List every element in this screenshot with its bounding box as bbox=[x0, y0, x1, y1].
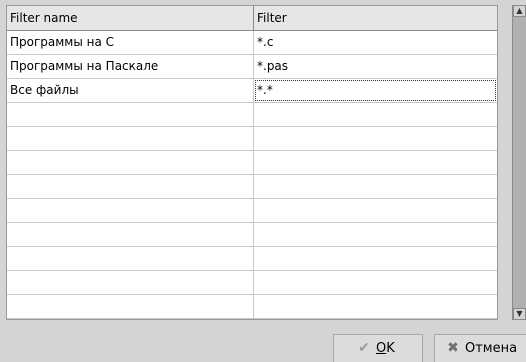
filter-name-cell[interactable]: Программы на Паскале bbox=[7, 55, 254, 78]
filter-name-cell[interactable] bbox=[7, 127, 254, 150]
table-row[interactable] bbox=[7, 271, 497, 295]
filter-pattern-cell[interactable] bbox=[254, 271, 497, 294]
filter-pattern-cell[interactable] bbox=[254, 223, 497, 246]
filter-pattern-cell[interactable]: *.c bbox=[254, 31, 497, 54]
table-row[interactable] bbox=[7, 247, 497, 271]
table-row[interactable] bbox=[7, 295, 497, 319]
checkmark-icon: ✔ bbox=[358, 340, 370, 356]
table-row[interactable] bbox=[7, 103, 497, 127]
filter-pattern-cell[interactable] bbox=[254, 295, 497, 318]
filter-pattern-cell[interactable] bbox=[254, 103, 497, 126]
table-row[interactable]: Программы на C *.c bbox=[7, 31, 497, 55]
table-row[interactable]: Программы на Паскале *.pas bbox=[7, 55, 497, 79]
filter-pattern-cell[interactable] bbox=[254, 175, 497, 198]
filter-table: Filter name Filter Программы на C *.c Прог… bbox=[6, 5, 498, 320]
filter-name-cell[interactable]: Все файлы bbox=[7, 79, 254, 102]
filter-pattern-cell[interactable] bbox=[254, 199, 497, 222]
column-header-filter-name[interactable]: Filter name bbox=[7, 6, 254, 30]
filter-name-cell[interactable] bbox=[7, 151, 254, 174]
filter-pattern-cell[interactable]: *.* bbox=[254, 79, 497, 102]
table-row[interactable] bbox=[7, 199, 497, 223]
filter-name-cell[interactable] bbox=[7, 103, 254, 126]
filter-name-cell[interactable]: Программы на C bbox=[7, 31, 254, 54]
filter-name-cell[interactable] bbox=[7, 223, 254, 246]
cancel-button[interactable]: ✖ Отмена bbox=[434, 334, 526, 362]
ok-button[interactable]: ✔ OK bbox=[333, 334, 423, 362]
table-row[interactable] bbox=[7, 127, 497, 151]
close-icon: ✖ bbox=[447, 340, 459, 356]
vertical-scrollbar[interactable]: ▲ ▼ bbox=[512, 5, 526, 320]
cancel-label: Отмена bbox=[465, 341, 518, 356]
table-header: Filter name Filter bbox=[7, 6, 497, 31]
table-row[interactable]: Все файлы *.* bbox=[7, 79, 497, 103]
table-row[interactable] bbox=[7, 151, 497, 175]
filter-name-cell[interactable] bbox=[7, 271, 254, 294]
filter-name-cell[interactable] bbox=[7, 175, 254, 198]
column-header-filter[interactable]: Filter bbox=[254, 6, 497, 30]
filter-pattern-cell[interactable] bbox=[254, 151, 497, 174]
filter-pattern-cell[interactable]: *.pas bbox=[254, 55, 497, 78]
filter-pattern-cell[interactable] bbox=[254, 127, 497, 150]
filter-name-cell[interactable] bbox=[7, 199, 254, 222]
table-right-divider bbox=[497, 6, 498, 319]
filter-name-cell[interactable] bbox=[7, 247, 254, 270]
ok-label: OK bbox=[376, 341, 395, 356]
scroll-down-arrow-icon[interactable]: ▼ bbox=[513, 308, 526, 320]
table-row[interactable] bbox=[7, 175, 497, 199]
filter-name-cell[interactable] bbox=[7, 295, 254, 318]
table-row[interactable] bbox=[7, 223, 497, 247]
filter-pattern-cell[interactable] bbox=[254, 247, 497, 270]
scroll-up-arrow-icon[interactable]: ▲ bbox=[513, 5, 526, 17]
